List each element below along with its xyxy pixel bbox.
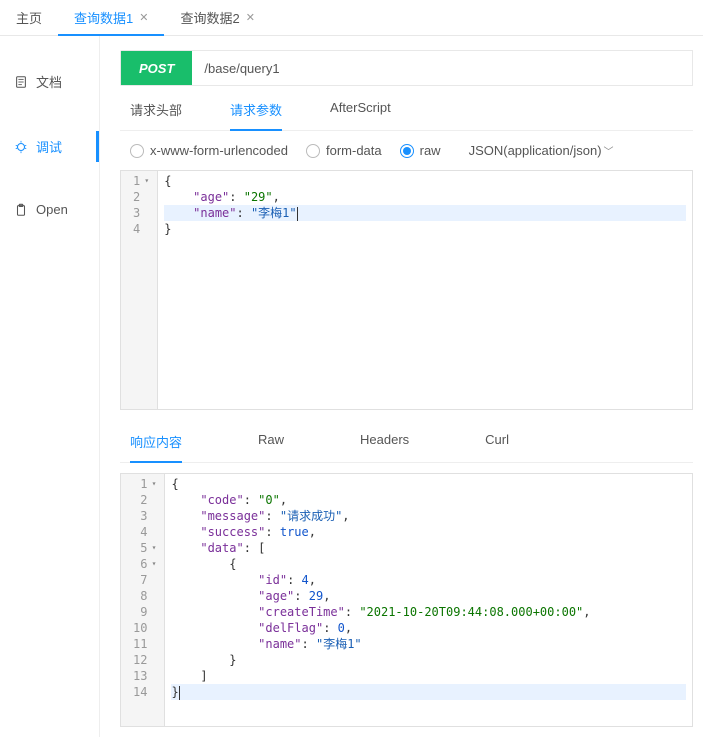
body-type-row: x-www-form-urlencoded form-data raw JSON(ap… — [120, 131, 693, 170]
request-subtab-1[interactable]: 请求参数 — [230, 100, 282, 131]
response-tab-0[interactable]: 响应内容 — [130, 432, 182, 463]
chevron-down-icon: ﹀ — [604, 147, 614, 158]
text-cursor — [297, 207, 298, 221]
code-area[interactable]: { "code": "0", "message": "请求成功", "succe… — [165, 474, 692, 726]
request-subtab-0[interactable]: 请求头部 — [130, 100, 182, 130]
sidebar-item-bug[interactable]: 调试 — [0, 127, 99, 166]
sidebar-item-document[interactable]: 文档 — [0, 62, 99, 101]
close-icon[interactable]: ✕ — [139, 11, 148, 24]
document-icon — [14, 75, 28, 89]
top-tab-0[interactable]: 主页 — [0, 0, 58, 35]
clipboard-icon — [14, 203, 28, 217]
code-gutter: 1▾234 — [121, 171, 158, 409]
url-input[interactable] — [192, 51, 692, 85]
sidebar: 文档调试 Open — [0, 36, 100, 737]
body-type-radio-raw[interactable]: raw — [400, 143, 441, 158]
content-type-select[interactable]: JSON(application/json)﹀ — [469, 143, 614, 158]
request-body-editor[interactable]: 1▾234{ "age": "29", "name": "李梅1"} — [120, 170, 693, 410]
response-body-viewer[interactable]: 1▾2345▾6▾7891011121314{ "code": "0", "me… — [120, 473, 693, 727]
radio-circle-icon — [130, 144, 144, 158]
top-tabs: 主页查询数据1✕查询数据2✕ — [0, 0, 703, 36]
body-type-radio-form-data[interactable]: form-data — [306, 143, 382, 158]
close-icon[interactable]: ✕ — [246, 11, 255, 24]
radio-circle-icon — [306, 144, 320, 158]
top-tab-2[interactable]: 查询数据2✕ — [164, 0, 270, 35]
code-area[interactable]: { "age": "29", "name": "李梅1"} — [158, 171, 692, 409]
request-subtabs: 请求头部 请求参数 AfterScript — [120, 86, 693, 131]
sidebar-item-label: 文档 — [36, 72, 62, 91]
bug-icon — [14, 140, 28, 154]
text-cursor — [179, 686, 180, 700]
http-method-button[interactable]: POST — [121, 51, 192, 85]
request-subtab-2[interactable]: AfterScript — [330, 100, 391, 130]
sidebar-item-label: Open — [36, 202, 68, 217]
radio-circle-icon — [400, 144, 414, 158]
response-tab-2[interactable]: Headers — [360, 432, 409, 462]
sidebar-item-label: 调试 — [36, 137, 62, 156]
response-tabs: 响应内容 Raw Headers Curl — [120, 416, 693, 463]
sidebar-item-clipboard[interactable]: Open — [0, 192, 99, 227]
code-gutter: 1▾2345▾6▾7891011121314 — [121, 474, 165, 726]
response-tab-1[interactable]: Raw — [258, 432, 284, 462]
body-type-radio-x-www-form-urlencoded[interactable]: x-www-form-urlencoded — [130, 143, 288, 158]
response-tab-3[interactable]: Curl — [485, 432, 509, 462]
top-tab-1[interactable]: 查询数据1✕ — [58, 0, 164, 35]
